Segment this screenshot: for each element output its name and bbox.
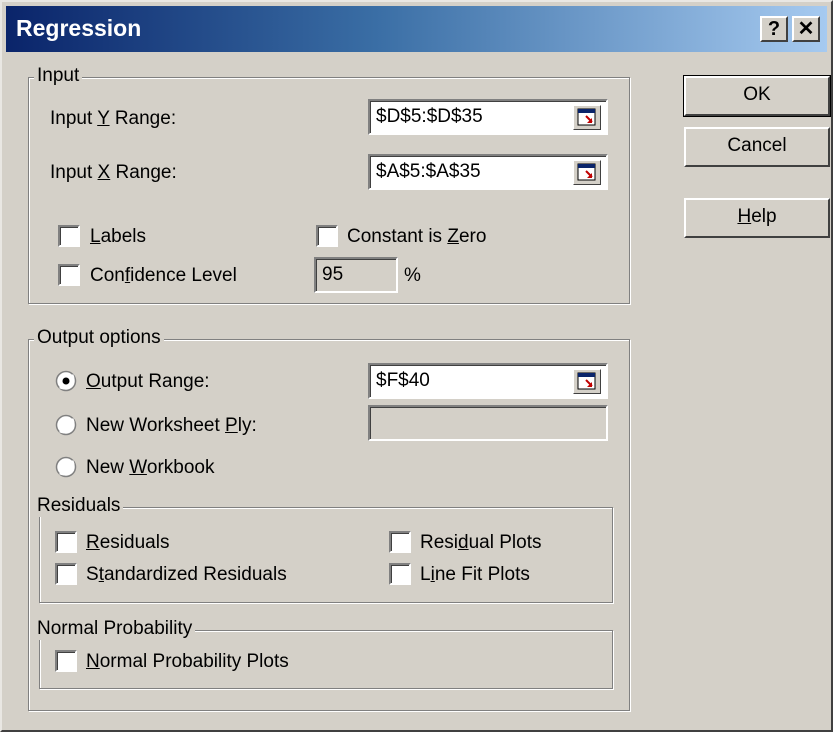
normal-probability-plots-checkbox-label[interactable]: Normal Probability Plots: [86, 651, 289, 673]
range-select-output-button[interactable]: [573, 369, 601, 394]
confidence-level-input[interactable]: 95: [314, 257, 398, 293]
normal-probability-plots-checkbox[interactable]: [55, 650, 77, 672]
new-workbook-radio[interactable]: [55, 456, 77, 478]
range-select-x-button[interactable]: [573, 160, 601, 185]
line-fit-plots-checkbox-label[interactable]: Line Fit Plots: [420, 564, 530, 586]
confidence-level-checkbox[interactable]: [58, 264, 80, 286]
residuals-group: [39, 507, 613, 603]
collapse-dialog-icon: [577, 372, 596, 390]
standardized-residuals-checkbox[interactable]: [55, 563, 77, 585]
line-fit-plots-checkbox[interactable]: [389, 563, 411, 585]
help-title-button[interactable]: ?: [760, 16, 788, 42]
cancel-button[interactable]: Cancel: [684, 127, 830, 167]
standardized-residuals-checkbox-label[interactable]: Standardized Residuals: [86, 564, 287, 586]
confidence-level-value: 95: [322, 264, 344, 285]
input-group-legend: Input: [34, 65, 83, 87]
ok-button[interactable]: OK: [683, 75, 831, 117]
normal-probability-legend: Normal Probability: [34, 618, 196, 640]
input-y-range-value: $D$5:$D$35: [376, 106, 483, 127]
input-x-range-field[interactable]: $A$5:$A$35: [368, 154, 608, 190]
residual-plots-checkbox-label[interactable]: Residual Plots: [420, 532, 541, 554]
output-options-legend: Output options: [34, 327, 164, 349]
input-y-range-field[interactable]: $D$5:$D$35: [368, 99, 608, 135]
help-button[interactable]: Help: [684, 198, 830, 238]
new-workbook-label[interactable]: New Workbook: [86, 457, 215, 479]
range-select-y-button[interactable]: [573, 105, 601, 130]
output-range-label[interactable]: Output Range:: [86, 371, 210, 393]
confidence-level-checkbox-label[interactable]: Confidence Level: [90, 265, 237, 287]
output-range-value: $F$40: [376, 370, 430, 391]
percent-sign: %: [404, 265, 421, 286]
residuals-checkbox-label[interactable]: Residuals: [86, 532, 169, 554]
title-bar[interactable]: Regression ? ✕: [6, 6, 827, 52]
residual-plots-checkbox[interactable]: [389, 531, 411, 553]
output-range-field[interactable]: $F$40: [368, 363, 608, 399]
collapse-dialog-icon: [577, 163, 596, 181]
output-range-radio[interactable]: [55, 370, 77, 392]
constant-zero-checkbox-label[interactable]: Constant is Zero: [347, 226, 486, 248]
new-worksheet-radio[interactable]: [55, 414, 77, 436]
dialog-title: Regression: [16, 15, 142, 41]
regression-dialog: Regression ? ✕ Input Input Y Range: $D$5…: [0, 0, 833, 732]
labels-checkbox[interactable]: [58, 225, 80, 247]
input-y-range-label: Input Y Range:: [50, 108, 177, 129]
new-worksheet-label[interactable]: New Worksheet Ply:: [86, 415, 257, 437]
new-worksheet-field[interactable]: [368, 405, 608, 441]
residuals-checkbox[interactable]: [55, 531, 77, 553]
residuals-legend: Residuals: [34, 495, 124, 517]
input-x-range-label: Input X Range:: [50, 162, 177, 183]
constant-zero-checkbox[interactable]: [316, 225, 338, 247]
close-button[interactable]: ✕: [792, 16, 820, 42]
input-x-range-value: $A$5:$A$35: [376, 161, 481, 182]
labels-checkbox-label[interactable]: Labels: [90, 226, 146, 248]
collapse-dialog-icon: [577, 108, 596, 126]
